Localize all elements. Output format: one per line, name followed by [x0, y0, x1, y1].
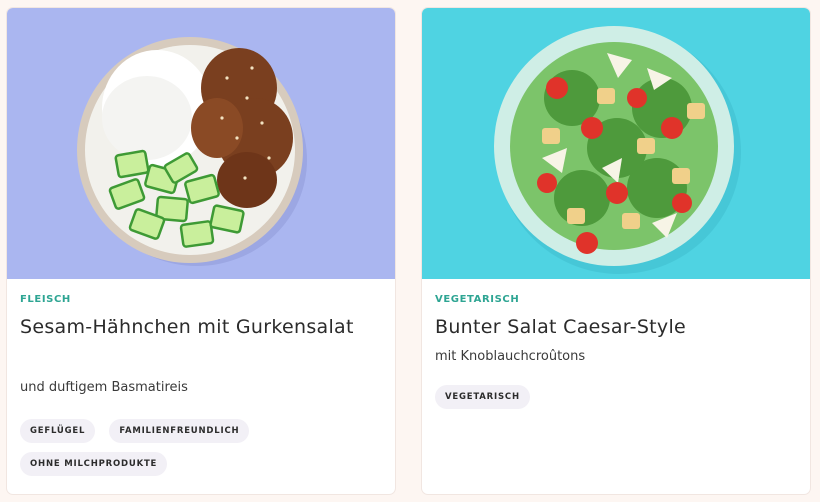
recipe-subtitle: mit Knoblauchcroûtons: [435, 349, 586, 364]
tag-gefluegel: GEFLÜGEL: [20, 419, 96, 443]
recipe-subtitle: und duftigem Basmatireis: [20, 380, 188, 395]
tag-vegetarisch: VEGETARISCH: [435, 385, 530, 409]
recipe-category: VEGETARISCH: [435, 294, 520, 305]
recipe-title: Sesam-Hähnchen mit Gurkensalat: [20, 316, 354, 338]
recipe-card-bunter-salat[interactable]: VEGETARISCH Bunter Salat Caesar-Style mi…: [422, 8, 810, 494]
tag-familienfreundlich: FAMILIENFREUNDLICH: [109, 419, 250, 443]
recipe-card-sesam-haehnchen[interactable]: FLEISCH Sesam-Hähnchen mit Gurkensalat u…: [7, 8, 395, 494]
tag-list: VEGETARISCH: [435, 384, 805, 417]
recipe-title: Bunter Salat Caesar-Style: [435, 316, 687, 338]
tag-list: GEFLÜGEL FAMILIENFREUNDLICH OHNE MILCHPR…: [20, 418, 390, 484]
tag-ohne-milchprodukte: OHNE MILCHPRODUKTE: [20, 452, 168, 476]
recipe-image: [422, 8, 810, 279]
recipe-image: [7, 8, 395, 279]
recipe-category: FLEISCH: [20, 294, 71, 305]
